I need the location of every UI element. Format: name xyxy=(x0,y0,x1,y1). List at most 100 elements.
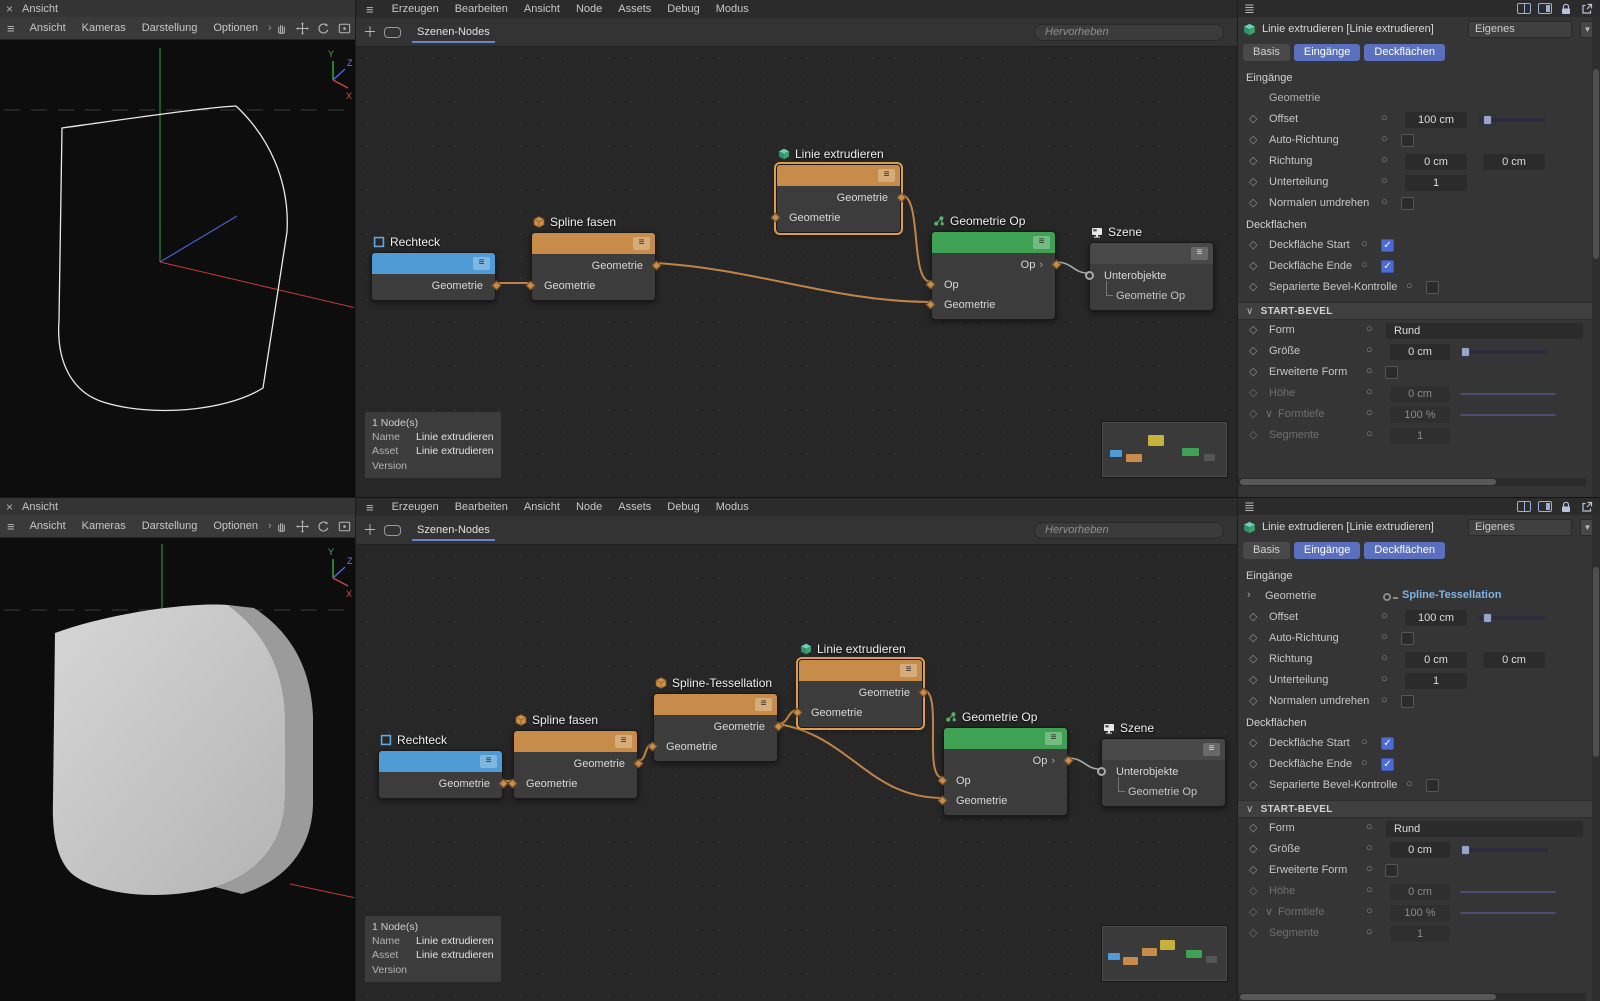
node-header[interactable]: ≡ xyxy=(777,165,900,186)
erweiterte-checkbox[interactable] xyxy=(1385,864,1398,877)
node-header[interactable]: ≡ xyxy=(799,660,922,681)
tab-szenen-nodes[interactable]: Szenen-Nodes xyxy=(408,516,499,544)
menu-assets[interactable]: Assets xyxy=(610,3,659,15)
richtung-y-field[interactable]: 0 cm xyxy=(1483,652,1545,668)
pan-hand-icon[interactable] xyxy=(274,21,289,36)
port-dot-icon[interactable]: ○ xyxy=(1406,280,1413,292)
port-dot-icon[interactable]: ○ xyxy=(1361,238,1368,250)
offset-field[interactable]: 100 cm xyxy=(1405,112,1467,128)
horizontal-scrollbar[interactable] xyxy=(1238,478,1586,486)
add-tab-icon[interactable]: ＋ xyxy=(363,523,377,537)
separierte-checkbox[interactable] xyxy=(1426,281,1439,294)
chevron-down-icon[interactable]: ∨ xyxy=(1265,905,1273,918)
offset-slider[interactable] xyxy=(1478,616,1546,620)
menu-debug[interactable]: Debug xyxy=(659,501,707,513)
menu-ansicht[interactable]: Ansicht xyxy=(516,501,568,513)
geometrie-connection-link[interactable]: Spline-Tessellation xyxy=(1402,589,1501,601)
minimap[interactable] xyxy=(1101,925,1228,982)
viewport-3d-canvas[interactable]: Y Z X xyxy=(0,40,354,497)
node-menu-icon[interactable]: ≡ xyxy=(878,169,895,182)
port-dot-icon[interactable]: ○ xyxy=(1366,344,1373,356)
scene-shape-icon[interactable] xyxy=(384,27,401,38)
node-menu-icon[interactable]: ≡ xyxy=(473,257,490,270)
form-dropdown[interactable]: Rund xyxy=(1386,821,1583,837)
output-port-op[interactable] xyxy=(1064,756,1074,766)
node-menu-icon[interactable]: ≡ xyxy=(615,735,632,748)
move-icon[interactable] xyxy=(295,21,310,36)
lock-icon[interactable] xyxy=(1559,500,1573,514)
node-header[interactable]: ≡ xyxy=(1090,243,1213,264)
node-menu-icon[interactable]: ≡ xyxy=(1033,236,1050,249)
port-dot-icon[interactable]: ○ xyxy=(1406,778,1413,790)
layout-panel-icon[interactable] xyxy=(1538,3,1552,14)
node-header[interactable]: ≡ xyxy=(379,751,502,772)
menu-erzeugen[interactable]: Erzeugen xyxy=(384,3,447,15)
output-port-geometrie[interactable] xyxy=(634,759,644,769)
input-port-op[interactable] xyxy=(938,776,948,786)
port-dot-icon[interactable]: ○ xyxy=(1381,631,1388,643)
output-port-op[interactable] xyxy=(1052,260,1062,270)
port-dot-icon[interactable]: ○ xyxy=(1381,610,1388,622)
node-menu-icon[interactable]: ≡ xyxy=(1191,247,1208,260)
search-input[interactable] xyxy=(1034,522,1224,539)
add-tab-icon[interactable]: ＋ xyxy=(363,25,377,39)
menu-bearbeiten[interactable]: Bearbeiten xyxy=(447,501,516,513)
groesse-field[interactable]: 0 cm xyxy=(1390,842,1450,858)
cap-start-checkbox[interactable]: ✓ xyxy=(1381,239,1394,252)
preset-dropdown[interactable]: Eigenes xyxy=(1468,21,1572,38)
menu-ansicht[interactable]: Ansicht xyxy=(22,22,74,34)
pop-out-icon[interactable] xyxy=(1580,2,1594,16)
menu-kameras[interactable]: Kameras xyxy=(74,22,134,34)
node-rechteck[interactable]: Rechteck ≡ Geometrie xyxy=(371,252,496,301)
input-port-geometrie[interactable] xyxy=(771,213,781,223)
node-menu-icon[interactable]: ≡ xyxy=(900,664,917,677)
node-header[interactable]: ≡ xyxy=(944,728,1067,749)
menu-optionen[interactable]: Optionen xyxy=(205,22,266,34)
hamburger-icon[interactable]: ≡ xyxy=(356,500,384,515)
node-spline-fasen[interactable]: Spline fasen ≡ Geometrie Geometrie xyxy=(531,232,656,301)
menu-overflow-chevron[interactable]: › xyxy=(266,22,274,34)
port-dot-icon[interactable]: ○ xyxy=(1381,133,1388,145)
layout-panel-icon[interactable] xyxy=(1538,501,1552,512)
rotate-icon[interactable] xyxy=(316,519,331,534)
tab-basis[interactable]: Basis xyxy=(1243,44,1290,61)
frame-icon[interactable] xyxy=(337,21,352,36)
auto-richtung-checkbox[interactable] xyxy=(1401,134,1414,147)
close-icon[interactable]: × xyxy=(6,501,13,513)
cap-ende-checkbox[interactable]: ✓ xyxy=(1381,758,1394,771)
separierte-checkbox[interactable] xyxy=(1426,779,1439,792)
menu-erzeugen[interactable]: Erzeugen xyxy=(384,501,447,513)
input-port-geometrie[interactable] xyxy=(938,796,948,806)
rotate-icon[interactable] xyxy=(316,21,331,36)
node-szene[interactable]: Szene ≡ Unterobjekte Geometrie Op xyxy=(1089,242,1214,311)
output-port-geometrie[interactable] xyxy=(652,261,662,271)
child-node-label[interactable]: Geometrie Op xyxy=(1116,290,1185,302)
port-dot-icon[interactable]: ○ xyxy=(1366,842,1373,854)
input-port-unterobjekte[interactable] xyxy=(1085,271,1094,280)
menu-assets[interactable]: Assets xyxy=(610,501,659,513)
panel-menu-icon[interactable]: ≣ xyxy=(1244,1,1255,17)
layout-split-icon[interactable] xyxy=(1517,3,1531,14)
port-dot-icon[interactable]: ○ xyxy=(1381,154,1388,166)
hamburger-icon[interactable]: ≡ xyxy=(0,519,22,534)
frame-icon[interactable] xyxy=(337,519,352,534)
output-port-geometrie[interactable] xyxy=(774,722,784,732)
tab-eingaenge[interactable]: Eingänge xyxy=(1294,44,1361,61)
chevron-down-icon[interactable]: ∨ xyxy=(1265,407,1273,420)
cap-ende-checkbox[interactable]: ✓ xyxy=(1381,260,1394,273)
port-dot-icon[interactable]: ○ xyxy=(1366,323,1373,335)
node-linie-extrudieren[interactable]: Linie extrudieren ≡ Geometrie Geometrie xyxy=(798,659,923,728)
node-header[interactable]: ≡ xyxy=(532,233,655,254)
pop-out-icon[interactable] xyxy=(1580,500,1594,514)
form-dropdown[interactable]: Rund xyxy=(1386,323,1583,339)
connected-port-icon[interactable] xyxy=(1383,593,1391,601)
input-port-geometrie[interactable] xyxy=(926,300,936,310)
node-linie-extrudieren[interactable]: Linie extrudieren ≡ Geometrie Geometrie xyxy=(776,164,901,233)
auto-richtung-checkbox[interactable] xyxy=(1401,632,1414,645)
richtung-x-field[interactable]: 0 cm xyxy=(1405,154,1467,170)
tab-deckflaechen[interactable]: Deckflächen xyxy=(1364,542,1445,559)
port-dot-icon[interactable]: ○ xyxy=(1381,673,1388,685)
port-dot-icon[interactable]: ○ xyxy=(1366,863,1373,875)
layout-split-icon[interactable] xyxy=(1517,501,1531,512)
node-header[interactable]: ≡ xyxy=(654,694,777,715)
